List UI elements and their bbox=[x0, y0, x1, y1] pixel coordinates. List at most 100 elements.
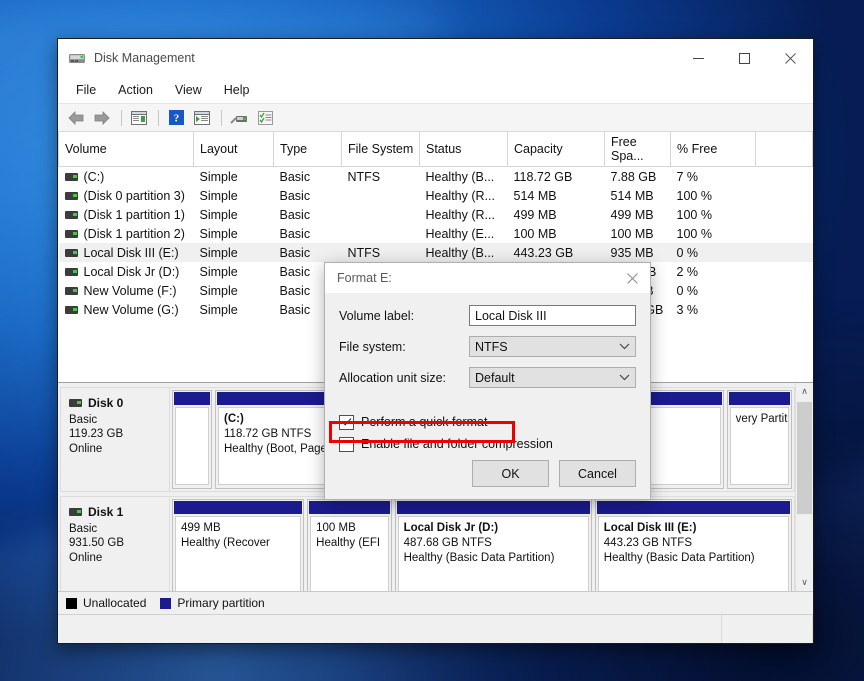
checkbox-row-compression[interactable]: Enable file and folder compression bbox=[339, 434, 636, 454]
cell-percent-free: 2 % bbox=[676, 264, 699, 279]
partition-details: very Partition) bbox=[729, 407, 789, 485]
disk-name: Disk 1 bbox=[88, 505, 124, 519]
disk-view-scrollbar[interactable]: ∧ ∨ bbox=[795, 383, 813, 591]
partition-block[interactable]: 100 MB Healthy (EFI bbox=[307, 499, 392, 591]
cell-percent-free: 100 % bbox=[676, 207, 712, 222]
partition-status: Healthy (Basic Data Partition) bbox=[603, 552, 755, 564]
table-row[interactable]: (Disk 0 partition 3) Simple Basic Healthy (… bbox=[59, 186, 813, 205]
table-row[interactable]: (Disk 1 partition 1) Simple Basic Healthy (… bbox=[59, 205, 813, 224]
scroll-down-arrow-icon[interactable]: ∨ bbox=[796, 574, 813, 591]
cell-capacity: 443.23 GB bbox=[507, 243, 605, 262]
scrollbar-thumb[interactable] bbox=[797, 402, 812, 514]
column-header-volume[interactable]: Volume bbox=[58, 132, 194, 167]
partition-color-bar bbox=[309, 501, 390, 514]
partition-block[interactable]: very Partition) bbox=[726, 390, 792, 489]
scroll-up-arrow-icon[interactable]: ∧ bbox=[796, 383, 813, 400]
cell-volume: (C:) bbox=[59, 167, 194, 187]
cell-volume-label: Local Disk Jr (D:) bbox=[83, 264, 180, 279]
cell-volume: Local Disk III (E:) bbox=[58, 243, 194, 262]
cell-volume-label: (Disk 0 partition 3) bbox=[83, 188, 185, 203]
partition-status: very Partition) bbox=[735, 413, 788, 425]
cell-free-space: 935 MB bbox=[604, 243, 671, 262]
column-header-type[interactable]: Type bbox=[273, 132, 342, 167]
dialog-close-button[interactable] bbox=[614, 263, 650, 293]
table-row[interactable]: (C:) Simple Basic NTFS Healthy (B... 118.72 G… bbox=[59, 167, 813, 187]
table-row[interactable]: (Disk 1 partition 2) Simple Basic Healthy (… bbox=[59, 224, 813, 243]
table-row[interactable]: Local Disk III (E:) Simple Basic NTFS Health… bbox=[58, 243, 813, 262]
minimize-button[interactable] bbox=[675, 39, 721, 77]
cell-volume-label: New Volume (G:) bbox=[83, 302, 179, 317]
column-header-filler[interactable] bbox=[755, 132, 813, 167]
cell-layout: Simple bbox=[199, 283, 238, 298]
volume-label-input[interactable]: Local Disk III bbox=[469, 305, 636, 326]
cell-volume-label: (C:) bbox=[83, 169, 105, 184]
cell-type: Basic bbox=[279, 188, 311, 203]
column-header-capacity[interactable]: Capacity bbox=[507, 132, 605, 167]
show-hide-action-pane-icon[interactable] bbox=[190, 107, 214, 129]
legend-label-primary-partition: Primary partition bbox=[177, 596, 265, 610]
ok-button[interactable]: OK bbox=[472, 460, 549, 487]
column-header-status[interactable]: Status bbox=[419, 132, 508, 167]
cell-filler bbox=[756, 186, 813, 205]
column-header-percent-free[interactable]: % Free bbox=[670, 132, 756, 167]
primary-partition-color-swatch bbox=[160, 597, 172, 609]
cell-filler bbox=[756, 300, 813, 319]
column-header-file-system[interactable]: File System bbox=[341, 132, 420, 167]
cancel-button[interactable]: Cancel bbox=[559, 460, 636, 487]
cell-capacity: 100 MB bbox=[513, 226, 557, 241]
quick-format-label: Perform a quick format bbox=[361, 415, 488, 429]
allocation-unit-size-select[interactable]: Default bbox=[469, 367, 636, 388]
cell-percent-free: 0 % bbox=[670, 243, 756, 262]
back-arrow-icon[interactable] bbox=[64, 107, 88, 129]
disk-row[interactable]: Disk 1 Basic 931.50 GB Online 499 MB Healthy … bbox=[60, 496, 795, 591]
format-dialog: Format E: Volume label: Local Disk III F… bbox=[324, 262, 651, 500]
cell-free-space: 100 MB bbox=[610, 226, 654, 241]
cell-volume: (Disk 1 partition 2) bbox=[59, 224, 194, 243]
properties-icon[interactable] bbox=[253, 107, 277, 129]
column-header-layout[interactable]: Layout bbox=[193, 132, 274, 167]
forward-arrow-icon[interactable] bbox=[90, 107, 114, 129]
close-button[interactable] bbox=[767, 39, 813, 77]
toolbar: ? bbox=[58, 104, 813, 132]
menu-action[interactable]: Action bbox=[108, 80, 163, 100]
quick-format-checkbox[interactable] bbox=[339, 414, 354, 430]
drive-icon bbox=[64, 286, 78, 295]
partition-block[interactable] bbox=[172, 390, 212, 489]
disk-name: Disk 0 bbox=[88, 396, 124, 410]
cell-layout: Simple bbox=[199, 226, 238, 241]
cell-percent-free: 100 % bbox=[676, 188, 712, 203]
chevron-down-icon bbox=[619, 342, 630, 352]
column-header-free-space[interactable]: Free Spa... bbox=[604, 132, 671, 167]
menu-view[interactable]: View bbox=[165, 80, 212, 100]
toolbar-separator bbox=[221, 109, 222, 126]
dialog-title: Format E: bbox=[337, 271, 392, 285]
disk-size: 119.23 GB bbox=[69, 428, 124, 440]
menu-file[interactable]: File bbox=[66, 80, 106, 100]
partition-block[interactable]: 499 MB Healthy (Recover bbox=[172, 499, 305, 591]
rescan-disks-icon[interactable] bbox=[227, 107, 251, 129]
help-icon[interactable]: ? bbox=[164, 107, 188, 129]
scrollbar-track[interactable] bbox=[796, 400, 813, 574]
dialog-body: Volume label: Local Disk III File system… bbox=[325, 293, 650, 499]
dialog-buttons: OK Cancel bbox=[472, 460, 636, 487]
enable-compression-checkbox[interactable] bbox=[339, 436, 354, 452]
maximize-button[interactable] bbox=[721, 39, 767, 77]
field-file-system: File system: NTFS bbox=[339, 336, 636, 357]
cell-file-system: NTFS bbox=[341, 243, 420, 262]
cell-file-system bbox=[342, 224, 420, 243]
file-system-select[interactable]: NTFS bbox=[469, 336, 636, 357]
partition-block[interactable]: Local Disk III (E:) 443.23 GB NTFS Healthy… bbox=[594, 499, 792, 591]
partition-block[interactable]: Local Disk Jr (D:) 487.68 GB NTFS Healthy … bbox=[394, 499, 592, 591]
show-hide-console-tree-icon[interactable] bbox=[127, 107, 151, 129]
drive-icon bbox=[64, 248, 78, 257]
partition-color-bar bbox=[596, 501, 790, 514]
cell-file-system: NTFS bbox=[347, 169, 381, 184]
window-title: Disk Management bbox=[94, 51, 195, 65]
cell-volume: New Volume (F:) bbox=[59, 281, 194, 300]
menu-help[interactable]: Help bbox=[214, 80, 260, 100]
cell-status: Healthy (B... bbox=[419, 243, 508, 262]
menu-bar: File Action View Help bbox=[58, 77, 813, 104]
legend-label-unallocated: Unallocated bbox=[83, 596, 147, 610]
checkbox-row-quick-format[interactable]: Perform a quick format bbox=[339, 412, 636, 432]
cell-filler bbox=[756, 167, 813, 187]
